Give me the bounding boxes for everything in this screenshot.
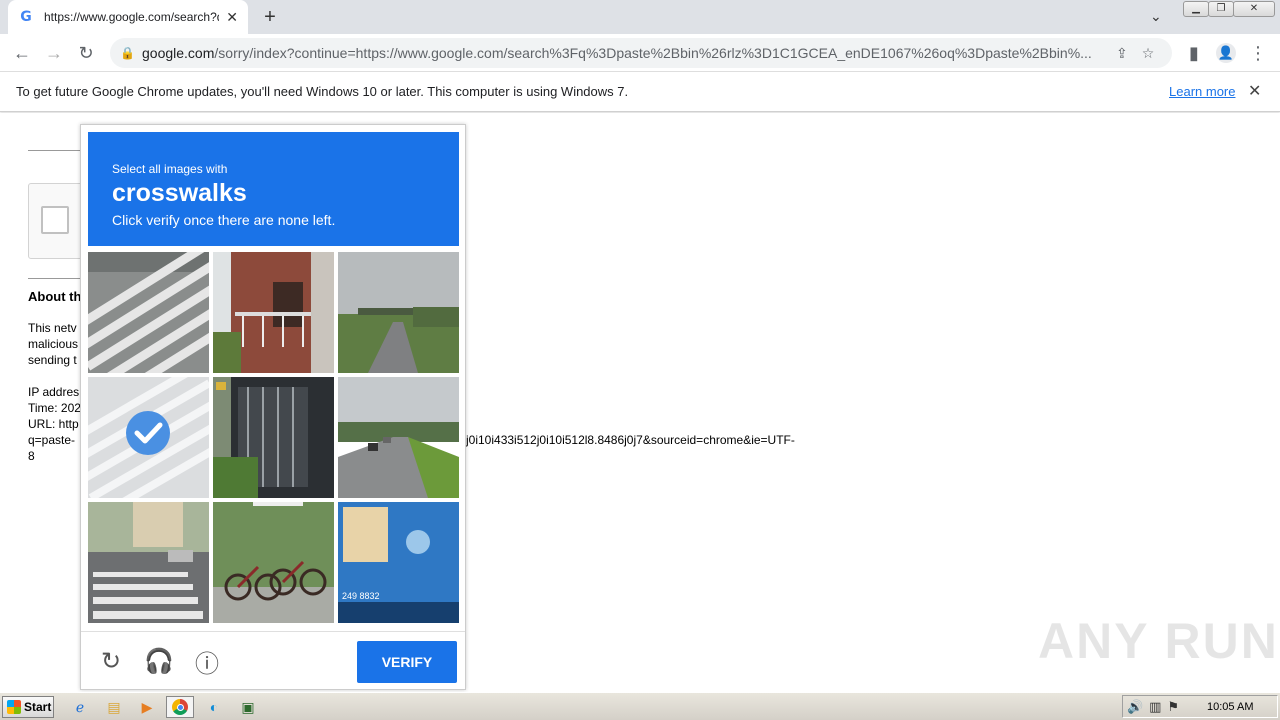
selected-check-icon <box>126 411 170 455</box>
windows-taskbar: Start ℯ ▤ ▶ ◐ ▣ 🔊▥⚑ 10:05 AM <box>0 692 1280 720</box>
ip-address-line: IP addres <box>28 385 80 399</box>
share-icon[interactable]: ⇪ <box>1116 45 1128 62</box>
para-line: sending t <box>28 353 77 367</box>
captcha-tile-2[interactable] <box>213 252 334 373</box>
profile-avatar-icon[interactable]: 👤 <box>1214 41 1238 65</box>
file-explorer-icon[interactable]: ▤ <box>100 696 128 718</box>
tab-title: https://www.google.com/search?q=paste+bi… <box>44 10 219 24</box>
tab-close-icon[interactable]: ✕ <box>226 9 238 26</box>
url-line: URL: http <box>28 417 79 431</box>
captcha-tile-7[interactable] <box>88 502 209 623</box>
tab-search-chevron-icon[interactable]: ⌄ <box>1150 8 1162 25</box>
para-line: This netv <box>28 321 77 335</box>
captcha-footer: ↻ 🎧 ⓘ VERIFY <box>81 631 465 689</box>
audio-challenge-headphones-icon[interactable]: 🎧 <box>144 646 174 676</box>
update-infobar: To get future Google Chrome updates, you… <box>0 72 1280 112</box>
bookmark-star-icon[interactable]: ☆ <box>1142 45 1155 62</box>
edge-icon[interactable]: ◐ <box>200 696 228 718</box>
url-query-line: q=paste- <box>28 433 76 447</box>
reload-challenge-icon[interactable]: ↻ <box>96 646 126 676</box>
back-arrow-icon[interactable]: ← <box>10 41 34 65</box>
captcha-tile-3[interactable] <box>338 252 459 373</box>
captcha-tile-1[interactable] <box>88 252 209 373</box>
divider <box>28 278 88 279</box>
time-line: Time: 202 <box>28 401 81 415</box>
infobar-close-icon[interactable]: ✕ <box>1248 81 1261 101</box>
learn-more-link[interactable]: Learn more <box>1169 84 1235 99</box>
divider <box>28 150 88 151</box>
url-end-line: 8 <box>28 449 35 463</box>
url-tail-line: j0i10i433i512j0i10i512l8.8486j0j7&source… <box>466 433 795 447</box>
active-tab[interactable]: G https://www.google.com/search?q=paste+… <box>8 0 248 34</box>
close-window-button[interactable]: ✕ <box>1233 1 1275 17</box>
para-line: malicious <box>28 337 79 351</box>
captcha-tile-8[interactable] <box>213 502 334 623</box>
captcha-tile-4[interactable] <box>88 377 209 498</box>
verify-button[interactable]: VERIFY <box>357 641 457 683</box>
new-tab-button[interactable]: + <box>258 6 282 28</box>
instruction-hint: Click verify once there are none left. <box>112 212 336 228</box>
menu-kebab-icon[interactable]: ⋮ <box>1246 41 1270 65</box>
anyrun-watermark: ANY RUN <box>1038 613 1279 669</box>
captcha-instructions: Select all images with crosswalks Click … <box>88 132 459 246</box>
browser-toolbar: ← → ↻ 🔒 google.com/sorry/index?continue=… <box>0 34 1280 72</box>
info-icon[interactable]: ⓘ <box>192 646 222 678</box>
forward-arrow-icon[interactable]: → <box>42 41 66 65</box>
lock-icon[interactable]: 🔒 <box>120 46 136 60</box>
captcha-target-word: crosswalks <box>112 179 247 207</box>
address-bar[interactable]: 🔒 google.com/sorry/index?continue=https:… <box>110 38 1172 68</box>
tab-strip: G https://www.google.com/search?q=paste+… <box>0 0 1280 34</box>
clock[interactable]: 10:05 AM <box>1207 701 1253 713</box>
windows-logo-icon <box>7 700 21 714</box>
minimize-button[interactable]: ▁ <box>1183 1 1209 17</box>
captcha-tile-6[interactable] <box>338 377 459 498</box>
instruction-line: Select all images with <box>112 162 228 176</box>
captcha-tile-5[interactable] <box>213 377 334 498</box>
system-tray: 🔊▥⚑ 10:05 AM <box>1122 695 1278 718</box>
terminal-icon[interactable]: ▣ <box>234 696 262 718</box>
media-player-icon[interactable]: ▶ <box>133 696 161 718</box>
tray-icons[interactable]: 🔊▥⚑ <box>1127 699 1185 715</box>
about-heading: About th <box>28 289 82 304</box>
reload-icon[interactable]: ↻ <box>74 41 98 65</box>
side-panel-icon[interactable]: ▮ <box>1182 41 1206 65</box>
image-captcha-dialog: Select all images with crosswalks Click … <box>80 124 466 690</box>
url-text[interactable]: google.com/sorry/index?continue=https://… <box>142 45 1102 61</box>
truck-phone-text: 249 8832 <box>342 591 380 601</box>
recaptcha-checkbox[interactable] <box>41 206 69 234</box>
google-favicon-icon: G <box>20 9 32 25</box>
start-button[interactable]: Start <box>2 696 54 718</box>
infobar-message: To get future Google Chrome updates, you… <box>16 84 629 99</box>
chrome-icon[interactable] <box>166 696 194 718</box>
restore-button[interactable]: ❐ <box>1208 1 1234 17</box>
captcha-tile-9[interactable]: 249 8832 <box>338 502 459 623</box>
ie-icon[interactable]: ℯ <box>66 696 94 718</box>
